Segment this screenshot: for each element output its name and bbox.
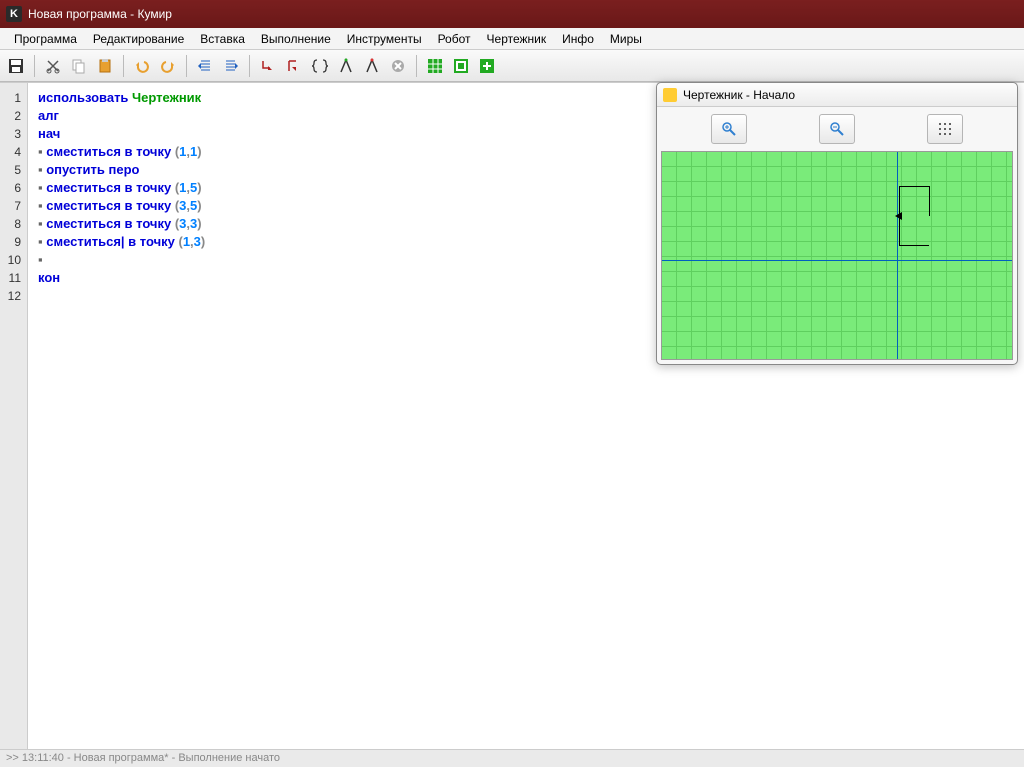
world-grid-icon[interactable] [423,54,447,78]
turtle-icon [895,212,902,220]
status-text: >> 13:11:40 - Новая программа* - Выполне… [6,752,280,764]
menu-drafter[interactable]: Чертежник [479,29,555,49]
x-axis [662,260,1012,261]
paste-icon[interactable] [93,54,117,78]
run-icon[interactable] [334,54,358,78]
braces-icon[interactable] [308,54,332,78]
app-icon: K [6,6,22,22]
menu-tools[interactable]: Инструменты [339,29,430,49]
menu-info[interactable]: Инфо [554,29,602,49]
toolbar [0,50,1024,82]
zoom-out-icon[interactable] [819,114,855,144]
menu-run[interactable]: Выполнение [253,29,339,49]
dots-icon[interactable] [927,114,963,144]
drafter-title: Чертежник - Начало [683,88,795,102]
save-icon[interactable] [4,54,28,78]
y-axis [897,152,898,359]
menu-insert[interactable]: Вставка [192,29,253,49]
redo-icon[interactable] [156,54,180,78]
drawn-shape-right [929,186,930,216]
step-over-icon[interactable] [282,54,306,78]
drafter-titlebar[interactable]: Чертежник - Начало [657,83,1017,107]
drafter-icon [663,88,677,102]
line-gutter: 123456789101112 [0,83,28,749]
indent-right-icon[interactable] [219,54,243,78]
drafter-toolbar [657,107,1017,151]
indent-left-icon[interactable] [193,54,217,78]
menubar: Программа Редактирование Вставка Выполне… [0,28,1024,50]
drafter-canvas[interactable] [661,151,1013,360]
drawn-shape [899,186,929,246]
world-add-icon[interactable] [475,54,499,78]
drafter-window[interactable]: Чертежник - Начало [656,82,1018,365]
zoom-in-icon[interactable] [711,114,747,144]
cut-icon[interactable] [41,54,65,78]
menu-worlds[interactable]: Миры [602,29,650,49]
menu-robot[interactable]: Робот [430,29,479,49]
menu-edit[interactable]: Редактирование [85,29,192,49]
undo-icon[interactable] [130,54,154,78]
debug-icon[interactable] [360,54,384,78]
menu-program[interactable]: Программа [6,29,85,49]
copy-icon[interactable] [67,54,91,78]
statusbar: >> 13:11:40 - Новая программа* - Выполне… [0,749,1024,767]
window-title: Новая программа - Кумир [28,7,172,21]
step-into-icon[interactable] [256,54,280,78]
world-border-icon[interactable] [449,54,473,78]
titlebar: K Новая программа - Кумир [0,0,1024,28]
stop-icon[interactable] [386,54,410,78]
